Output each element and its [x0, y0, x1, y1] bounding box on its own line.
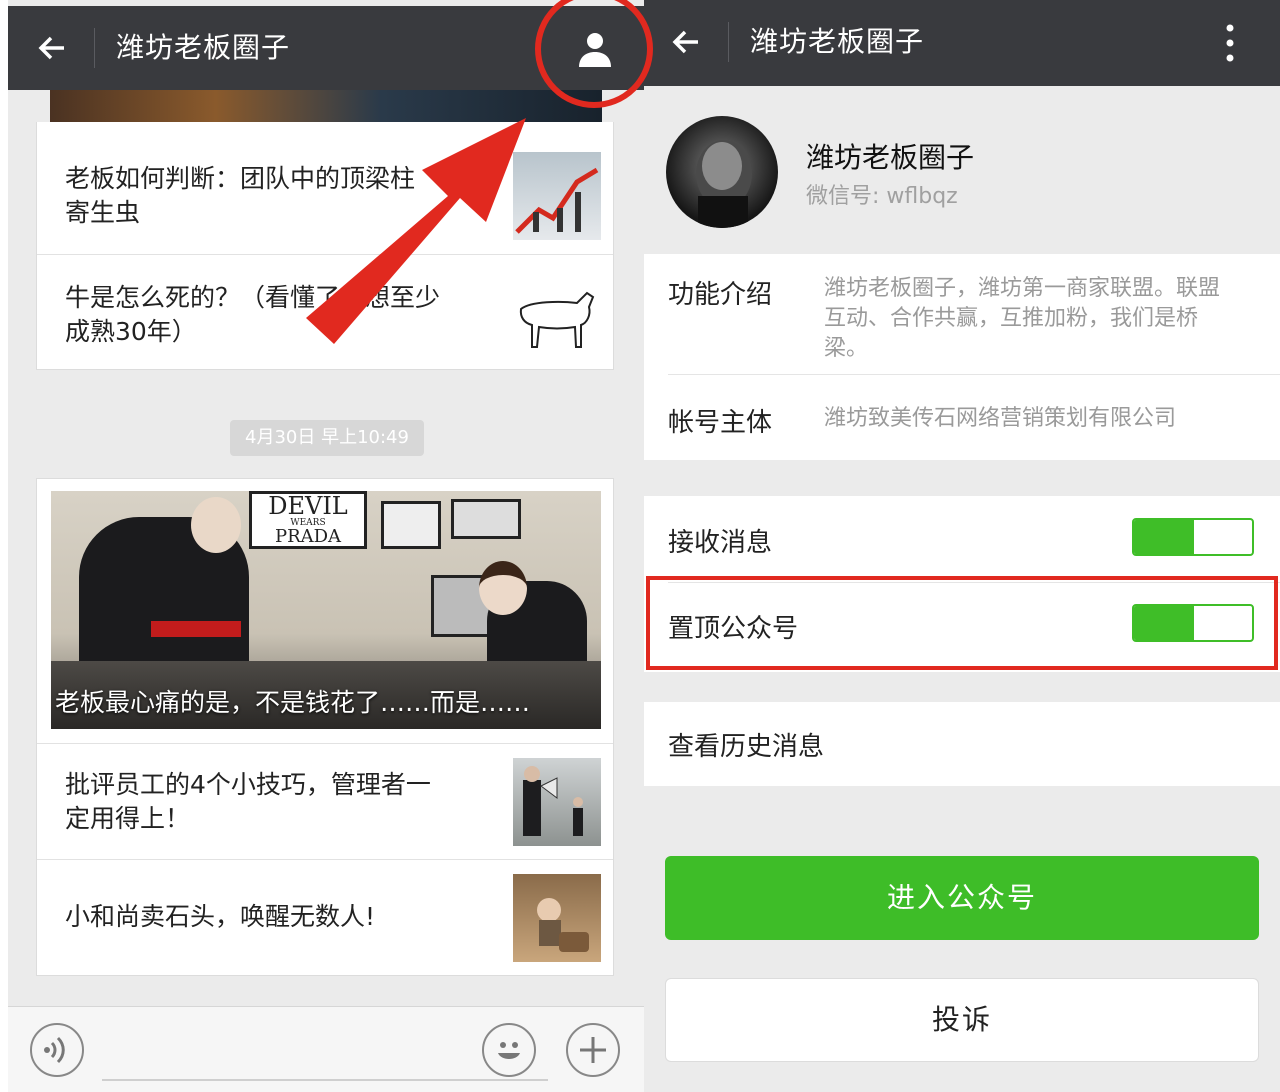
owner-value: 潍坊致美传石网络营销策划有限公司	[824, 406, 1177, 431]
article-title-line: 小和尚卖石头，唤醒无数人!	[65, 902, 376, 931]
receive-messages-label: 接收消息	[668, 528, 773, 558]
cover-caption: 老板最心痛的是，不是钱花了……而是……	[55, 688, 531, 717]
article-row[interactable]: 小和尚卖石头，唤醒无数人!	[37, 859, 613, 975]
wechat-id: 微信号: wflbqz	[806, 184, 958, 209]
article-title-line: 牛是怎么死的？（看懂了思想至少	[65, 283, 441, 312]
article-card-group-2: DEVIL WEARS PRADA 老板最心痛的是，不是钱花了……而是…… 批评…	[36, 478, 614, 976]
cow-sketch-icon	[513, 269, 601, 357]
receive-messages-toggle[interactable]	[1132, 518, 1254, 556]
poster-line: DEVIL	[268, 492, 348, 520]
article-row[interactable]: 牛是怎么死的？（看懂了思想至少 成熟30年）	[37, 254, 613, 370]
cover-article[interactable]: DEVIL WEARS PRADA 老板最心痛的是，不是钱花了……而是……	[51, 491, 601, 729]
header-divider	[728, 22, 729, 62]
intro-value-line: 潍坊老板圈子，潍坊第一商家联盟。联盟	[824, 276, 1221, 301]
enter-account-button[interactable]: 进入公众号	[665, 856, 1259, 940]
back-button[interactable]	[666, 22, 706, 62]
voice-icon	[44, 1036, 65, 1064]
intro-label: 功能介绍	[668, 280, 773, 310]
back-arrow-icon	[672, 30, 698, 54]
previous-cover-image[interactable]	[50, 86, 602, 124]
article-row[interactable]: 老板如何判断：团队中的顶梁柱 寄生虫	[37, 136, 613, 254]
info-section: 功能介绍 潍坊老板圈子，潍坊第一商家联盟。联盟 互动、合作共赢，互推加粉，我们是…	[644, 254, 1280, 460]
chat-input-bar	[8, 1006, 644, 1092]
more-options-button[interactable]	[1216, 22, 1244, 64]
history-label: 查看历史消息	[668, 732, 825, 762]
megaphone-boss-icon	[513, 758, 601, 846]
back-arrow-icon	[38, 36, 64, 60]
profile-title: 潍坊老板圈子	[750, 25, 925, 58]
chat-title: 潍坊老板圈子	[116, 31, 291, 64]
wall-frame	[451, 499, 521, 539]
header-divider	[94, 28, 95, 68]
poster-line: PRADA	[274, 526, 342, 547]
highlight-rectangle	[646, 576, 1278, 670]
complain-button[interactable]: 投诉	[665, 978, 1259, 1062]
chat-panel: 潍坊老板圈子 老板如何判断：团队中的顶梁柱 寄生虫 牛是怎么死的？（看懂了思想至…	[8, 0, 644, 1092]
section-divider	[668, 374, 1280, 375]
history-row[interactable]: 查看历史消息	[644, 702, 1280, 786]
avatar[interactable]	[666, 116, 778, 228]
vertical-dots-icon	[1226, 24, 1234, 62]
message-timestamp: 4月30日 早上10:49	[230, 420, 424, 456]
profile-panel: 潍坊老板圈子 潍坊老板圈子 微信号: wflbqz 功能介绍 潍坊老板圈子，潍坊…	[644, 0, 1280, 1092]
poster-frame: DEVIL WEARS PRADA	[249, 491, 367, 549]
profile-header: 潍坊老板圈子	[644, 0, 1280, 86]
intro-value-line: 梁。	[824, 336, 869, 361]
assistant-head	[479, 561, 527, 615]
article-row[interactable]: 批评员工的4个小技巧，管理者一 定用得上！	[37, 743, 613, 859]
article-title-line: 寄生虫	[65, 198, 141, 227]
back-button[interactable]	[32, 28, 72, 68]
woman-boss-head	[191, 497, 241, 553]
wall-frame	[381, 501, 441, 549]
arrow-chart-figure-icon	[513, 152, 601, 240]
account-name: 潍坊老板圈子	[806, 141, 975, 174]
intro-value-line: 互动、合作共赢，互推加粉，我们是桥	[824, 306, 1199, 331]
article-card-group-1: 老板如何判断：团队中的顶梁柱 寄生虫 牛是怎么死的？（看懂了思想至少 成熟30年…	[36, 122, 614, 370]
voice-button[interactable]	[30, 1023, 84, 1077]
owner-label: 帐号主体	[668, 408, 773, 438]
more-button[interactable]	[566, 1023, 620, 1077]
emoji-button[interactable]	[482, 1023, 536, 1077]
plus-icon	[580, 1037, 606, 1063]
toggle-fill	[1134, 520, 1194, 554]
emoji-icon	[498, 1042, 520, 1059]
message-input[interactable]	[102, 1079, 548, 1081]
article-title-line: 批评员工的4个小技巧，管理者一	[65, 770, 431, 799]
article-title-line: 老板如何判断：团队中的顶梁柱	[65, 164, 416, 193]
baby-with-stone-icon	[513, 874, 601, 962]
article-title-line: 定用得上！	[65, 804, 191, 833]
article-title-line: 成熟30年）	[65, 317, 197, 346]
red-belt	[151, 621, 241, 637]
